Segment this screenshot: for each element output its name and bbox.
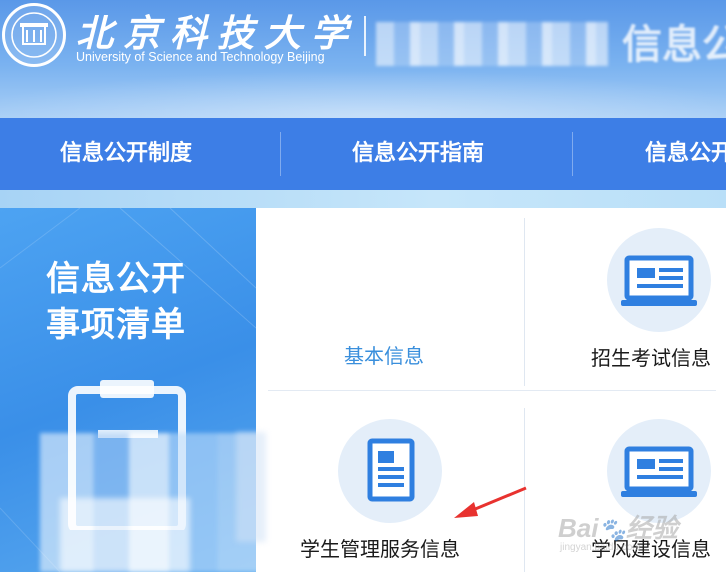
watermark-brand-cn: 经验 xyxy=(625,513,678,543)
panel-title: 信息公开 事项清单 xyxy=(46,256,186,348)
card-label-admission-info: 招生考试信息 xyxy=(591,346,711,370)
site-header: 北京科技大学 University of Science and Technol… xyxy=(0,0,726,118)
university-seal-logo[interactable] xyxy=(2,3,66,67)
pixelated-area xyxy=(60,498,190,572)
watermark-brand: Bai🐾经验 xyxy=(558,508,678,545)
header-glow xyxy=(0,70,726,118)
nav-separator xyxy=(280,132,281,176)
nav-item-disclosure-system[interactable]: 信息公开制度 xyxy=(60,118,192,190)
page: 北京科技大学 University of Science and Technol… xyxy=(0,0,726,572)
header-divider xyxy=(364,16,366,56)
disclosure-list-panel: 信息公开 事项清单 xyxy=(0,208,256,572)
grid-divider-vertical xyxy=(524,218,525,386)
university-name-cn: 北京科技大学 xyxy=(76,11,358,55)
baidu-watermark: Bai🐾经验 jingyan.baidu.com xyxy=(558,502,726,572)
admission-icon-circle xyxy=(607,228,711,332)
watermark-brand-en: Bai xyxy=(558,513,599,543)
blurred-site-title xyxy=(376,22,608,66)
main-nav: 信息公开制度 信息公开指南 信息公开 xyxy=(0,118,726,190)
document-icon xyxy=(367,438,415,502)
red-arrow-annotation-icon xyxy=(454,486,527,518)
pixelated-area xyxy=(236,432,266,542)
panel-title-line-1: 信息公开 xyxy=(46,259,186,299)
card-admission-info[interactable]: 招生考试信息 xyxy=(525,208,726,390)
card-label-student-services: 学生管理服务信息 xyxy=(300,537,460,561)
nav-item-disclosure-more[interactable]: 信息公开 xyxy=(645,118,726,190)
student-services-icon-circle xyxy=(338,419,442,523)
card-basic-info[interactable]: 基本信息 xyxy=(256,208,524,390)
university-name-en: University of Science and Technology Bei… xyxy=(76,50,325,64)
monitor-icon xyxy=(621,255,697,306)
site-title-partial: 信息公 xyxy=(622,22,726,68)
watermark-url: jingyan.baidu.com xyxy=(560,542,641,553)
nav-item-disclosure-guide[interactable]: 信息公开指南 xyxy=(352,118,484,190)
grid-divider-horizontal xyxy=(268,390,716,391)
nav-separator xyxy=(572,132,573,176)
seal-emblem-icon xyxy=(11,12,57,58)
paw-icon: 🐾 xyxy=(598,517,626,542)
panel-title-line-2: 事项清单 xyxy=(46,305,186,345)
nav-underline-band xyxy=(0,190,726,208)
card-label-basic-info: 基本信息 xyxy=(344,344,424,368)
